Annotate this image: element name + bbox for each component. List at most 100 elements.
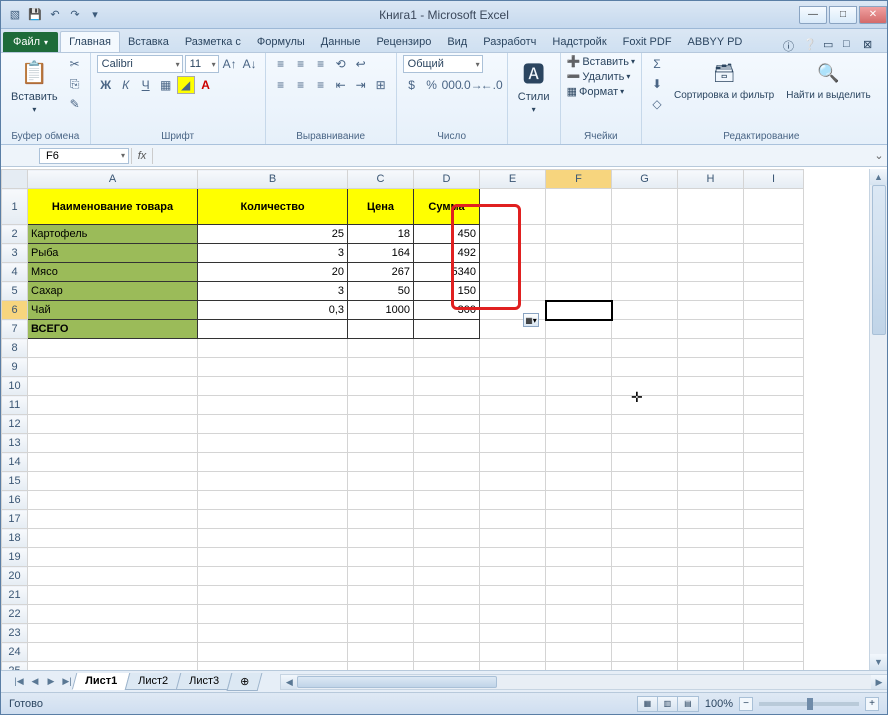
cell-C25[interactable]	[348, 662, 414, 671]
cell-B6[interactable]: 0,3	[198, 301, 348, 320]
cell-H15[interactable]	[678, 472, 744, 491]
select-all[interactable]	[2, 170, 28, 189]
cell-I3[interactable]	[744, 244, 804, 263]
cell-G18[interactable]	[612, 529, 678, 548]
cell-F9[interactable]	[546, 358, 612, 377]
row-header-16[interactable]: 16	[2, 491, 28, 510]
wbk-max-icon[interactable]: □	[843, 38, 857, 52]
cell-E9[interactable]	[480, 358, 546, 377]
cell-D19[interactable]	[414, 548, 480, 567]
cell-E13[interactable]	[480, 434, 546, 453]
cell-F24[interactable]	[546, 643, 612, 662]
cell-A25[interactable]	[28, 662, 198, 671]
cell-G4[interactable]	[612, 263, 678, 282]
cell-H21[interactable]	[678, 586, 744, 605]
name-box[interactable]: F6	[39, 148, 129, 164]
cell-C20[interactable]	[348, 567, 414, 586]
redo-icon[interactable]: ↷	[67, 7, 83, 23]
horizontal-scrollbar[interactable]: ◀ ▶	[280, 674, 887, 690]
cell-A12[interactable]	[28, 415, 198, 434]
cell-H22[interactable]	[678, 605, 744, 624]
tab-foxit[interactable]: Foxit PDF	[615, 32, 680, 52]
new-sheet-button[interactable]: ⊕	[227, 673, 263, 691]
cell-G9[interactable]	[612, 358, 678, 377]
cell-C10[interactable]	[348, 377, 414, 396]
row-header-12[interactable]: 12	[2, 415, 28, 434]
ribbon-minimize-icon[interactable]: ⓘ	[783, 38, 797, 52]
cell-H10[interactable]	[678, 377, 744, 396]
sort-filter-button[interactable]: 🗃 Сортировка и фильтр	[670, 55, 778, 103]
cell-I2[interactable]	[744, 225, 804, 244]
cell-D11[interactable]	[414, 396, 480, 415]
cell-E20[interactable]	[480, 567, 546, 586]
cell-I15[interactable]	[744, 472, 804, 491]
dec-dec-icon[interactable]: ←.0	[483, 76, 501, 94]
row-header-14[interactable]: 14	[2, 453, 28, 472]
cell-D16[interactable]	[414, 491, 480, 510]
tab-review[interactable]: Рецензиро	[369, 32, 440, 52]
cell-F17[interactable]	[546, 510, 612, 529]
cell-H2[interactable]	[678, 225, 744, 244]
shrink-font-icon[interactable]: A↓	[241, 55, 259, 73]
cell-H9[interactable]	[678, 358, 744, 377]
cell-G16[interactable]	[612, 491, 678, 510]
cell-A6[interactable]: Чай	[28, 301, 198, 320]
cell-E23[interactable]	[480, 624, 546, 643]
tab-dev[interactable]: Разработч	[475, 32, 544, 52]
undo-icon[interactable]: ↶	[47, 7, 63, 23]
cell-H4[interactable]	[678, 263, 744, 282]
cell-G14[interactable]	[612, 453, 678, 472]
cell-C8[interactable]	[348, 339, 414, 358]
cell-A17[interactable]	[28, 510, 198, 529]
indent-dec-icon[interactable]: ⇤	[332, 76, 350, 94]
cell-C13[interactable]	[348, 434, 414, 453]
cell-F25[interactable]	[546, 662, 612, 671]
sheet-tab-2[interactable]: Лист2	[125, 673, 182, 690]
row-header-24[interactable]: 24	[2, 643, 28, 662]
cell-B3[interactable]: 3	[198, 244, 348, 263]
cell-F10[interactable]	[546, 377, 612, 396]
cell-F18[interactable]	[546, 529, 612, 548]
cell-E24[interactable]	[480, 643, 546, 662]
hscroll-thumb[interactable]	[297, 676, 497, 688]
cell-I24[interactable]	[744, 643, 804, 662]
cell-A19[interactable]	[28, 548, 198, 567]
cell-A13[interactable]	[28, 434, 198, 453]
grid[interactable]: ABCDEFGHI1Наименование товараКоличествоЦ…	[1, 169, 869, 670]
cell-G1[interactable]	[612, 189, 678, 225]
col-header-G[interactable]: G	[612, 170, 678, 189]
help-icon[interactable]: ❔	[803, 38, 817, 52]
cell-E4[interactable]	[480, 263, 546, 282]
fbar-expand-icon[interactable]: ⌄	[871, 149, 887, 162]
cell-G12[interactable]	[612, 415, 678, 434]
cell-F4[interactable]	[546, 263, 612, 282]
cell-H25[interactable]	[678, 662, 744, 671]
cell-I17[interactable]	[744, 510, 804, 529]
cell-A11[interactable]	[28, 396, 198, 415]
cell-D24[interactable]	[414, 643, 480, 662]
cell-D13[interactable]	[414, 434, 480, 453]
row-header-3[interactable]: 3	[2, 244, 28, 263]
cell-A7[interactable]: ВСЕГО	[28, 320, 198, 339]
hscroll-right-icon[interactable]: ▶	[871, 675, 887, 689]
cell-B9[interactable]	[198, 358, 348, 377]
cell-G10[interactable]	[612, 377, 678, 396]
cell-D3[interactable]: 492	[414, 244, 480, 263]
cell-I18[interactable]	[744, 529, 804, 548]
cell-F20[interactable]	[546, 567, 612, 586]
cell-F8[interactable]	[546, 339, 612, 358]
fill-icon[interactable]: ◢	[177, 76, 195, 94]
cell-D23[interactable]	[414, 624, 480, 643]
cell-D17[interactable]	[414, 510, 480, 529]
cell-F14[interactable]	[546, 453, 612, 472]
cell-I7[interactable]	[744, 320, 804, 339]
merge-icon[interactable]: ⊞	[372, 76, 390, 94]
cell-H8[interactable]	[678, 339, 744, 358]
col-header-D[interactable]: D	[414, 170, 480, 189]
styles-button[interactable]: 🅰 Стили▾	[514, 55, 554, 116]
cell-G21[interactable]	[612, 586, 678, 605]
row-header-7[interactable]: 7	[2, 320, 28, 339]
italic-icon[interactable]: К	[117, 76, 135, 94]
cell-B14[interactable]	[198, 453, 348, 472]
cell-I6[interactable]	[744, 301, 804, 320]
